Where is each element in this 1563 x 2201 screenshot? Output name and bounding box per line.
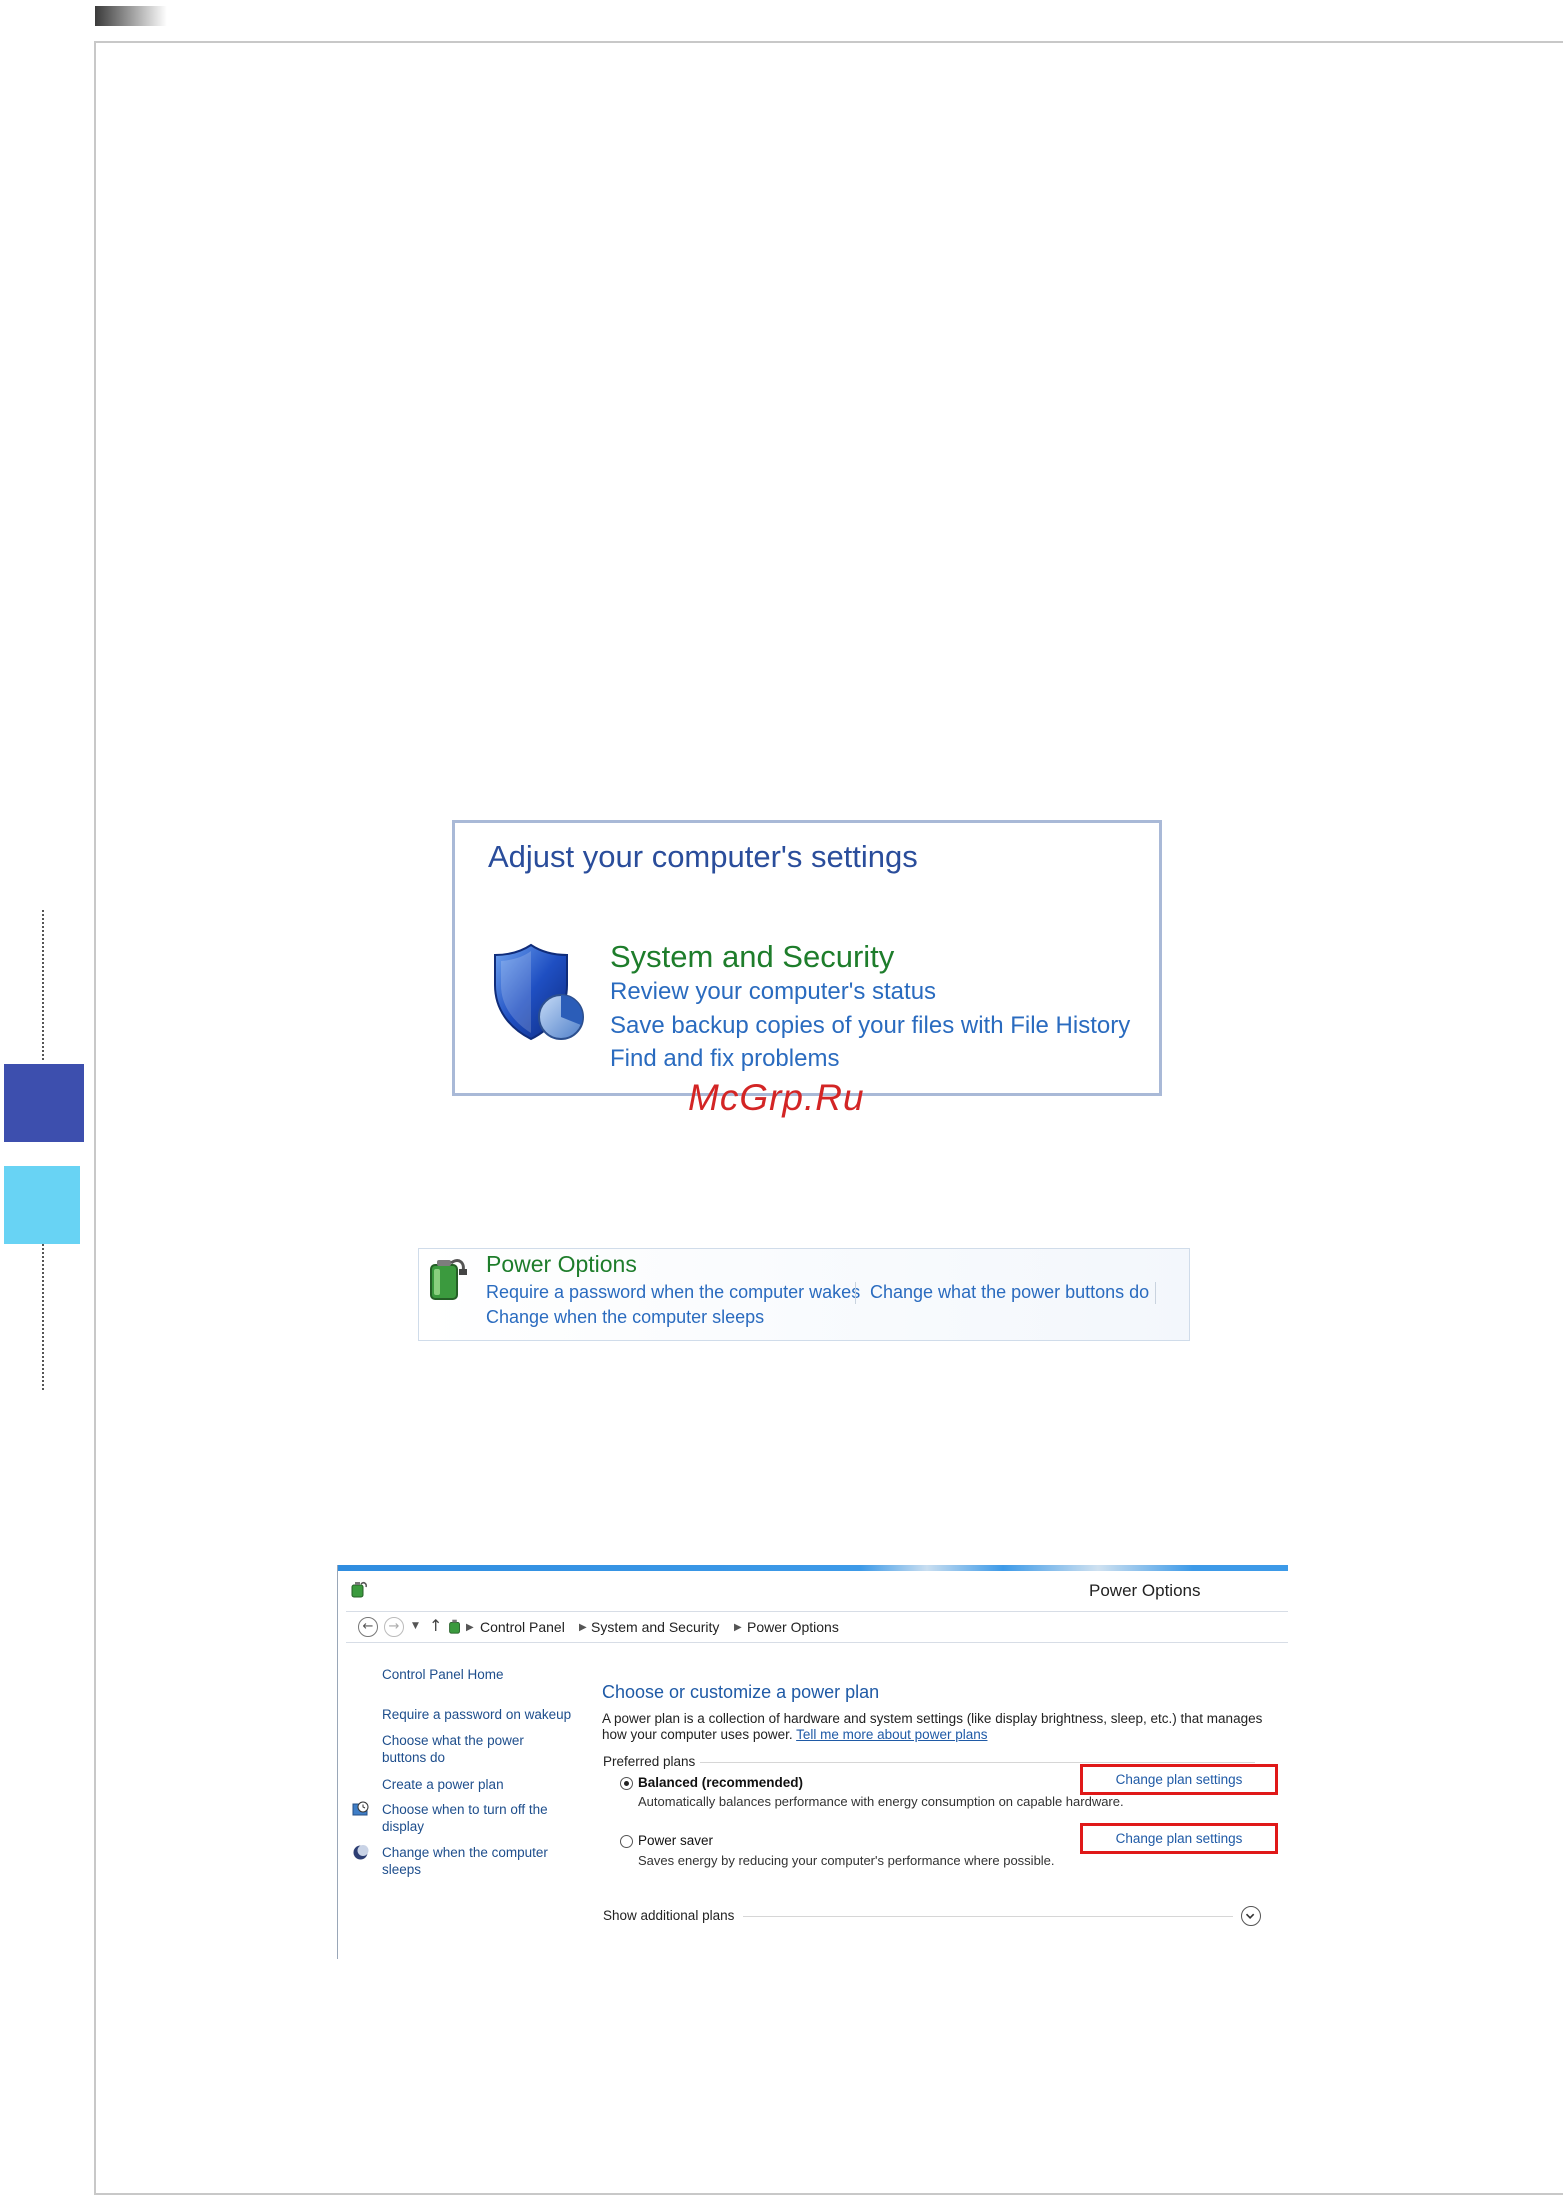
balanced-change-settings-link[interactable]: Change plan settings (1083, 1772, 1275, 1787)
sidebar-item-power-buttons[interactable]: Choose what the power buttons do (382, 1732, 542, 1766)
power-saver-change-highlight: Change plan settings (1080, 1823, 1278, 1854)
window-title: Power Options (1089, 1581, 1201, 1600)
power-saver-plan-description: Saves energy by reducing your computer's… (638, 1853, 1055, 1868)
power-options-icon (351, 1582, 367, 1598)
power-options-window: Power Options ← → ▼ ↑ ▶ Control Panel ▶ … (337, 1565, 1288, 1959)
sidebar-item-computer-sleeps[interactable]: Change when the computer sleeps (382, 1844, 562, 1878)
side-dotted-line-lower (42, 1244, 44, 1390)
review-status-link[interactable]: Review your computer's status (610, 978, 936, 1006)
power-options-title[interactable]: Power Options (486, 1251, 637, 1278)
computer-sleeps-link[interactable]: Change when the computer sleeps (486, 1307, 764, 1328)
plan-description-text: how your computer uses power. (602, 1727, 793, 1742)
chevron-down-icon (1245, 1913, 1255, 1919)
breadcrumb-chevron-icon: ▶ (579, 1622, 587, 1633)
require-password-link[interactable]: Require a password when the computer wak… (486, 1282, 860, 1303)
sidebar-item-require-password[interactable]: Require a password on wakeup (382, 1706, 571, 1723)
power-saver-change-settings-link[interactable]: Change plan settings (1083, 1831, 1275, 1846)
page-heading: Choose or customize a power plan (602, 1682, 880, 1702)
side-dotted-line-upper (42, 910, 44, 1060)
up-arrow-icon[interactable]: ↑ (429, 1616, 442, 1635)
section-divider (700, 1762, 1255, 1763)
breadcrumb-control-panel[interactable]: Control Panel (480, 1619, 565, 1635)
recent-pages-chevron-icon[interactable]: ▼ (412, 1621, 419, 1631)
power-options-panel: Power Options Require a password when th… (418, 1248, 1190, 1341)
balanced-change-highlight: Change plan settings (1080, 1764, 1278, 1795)
settings-panel-title: Adjust your computer's settings (488, 839, 918, 874)
plan-description-line2: how your computer uses power. Tell me mo… (602, 1727, 987, 1742)
preferred-plans-label: Preferred plans (603, 1754, 696, 1769)
radio-selected-dot (624, 1781, 629, 1786)
sleep-moon-icon (353, 1845, 369, 1860)
balanced-radio[interactable] (620, 1777, 633, 1790)
address-bar: ← → ▼ ↑ ▶ Control Panel ▶ System and Sec… (346, 1611, 1288, 1643)
balanced-plan-description: Automatically balances performance with … (638, 1794, 1124, 1809)
back-arrow-icon[interactable]: ← (358, 1617, 378, 1637)
side-tab-dark (4, 1064, 84, 1142)
forward-arrow-icon[interactable]: → (384, 1617, 404, 1637)
power-buttons-link[interactable]: Change what the power buttons do (870, 1282, 1149, 1303)
sidebar-item-control-panel-home[interactable]: Control Panel Home (382, 1666, 504, 1683)
show-additional-plans-label[interactable]: Show additional plans (603, 1908, 734, 1923)
side-tab-light (4, 1166, 80, 1244)
shield-icon (494, 943, 584, 1041)
sidebar-item-turn-off-display[interactable]: Choose when to turn off the display (382, 1801, 562, 1835)
link-separator (855, 1282, 856, 1304)
power-saver-radio[interactable] (620, 1835, 633, 1848)
system-and-security-link[interactable]: System and Security (610, 939, 894, 975)
expand-chevron-icon[interactable] (1241, 1906, 1261, 1926)
power-saver-plan-name[interactable]: Power saver (638, 1833, 713, 1848)
breadcrumb-power-options[interactable]: Power Options (747, 1619, 839, 1635)
find-fix-problems-link[interactable]: Find and fix problems (610, 1045, 839, 1073)
breadcrumb-chevron-icon: ▶ (466, 1622, 474, 1633)
watermark: McGrp.Ru (688, 1077, 865, 1118)
sidebar-item-create-plan[interactable]: Create a power plan (382, 1776, 504, 1793)
breadcrumb-system-security[interactable]: System and Security (591, 1619, 719, 1635)
adjust-settings-panel: Adjust your computer's settings System a… (452, 820, 1162, 1096)
file-history-link[interactable]: Save backup copies of your files with Fi… (610, 1012, 1130, 1040)
link-separator (1155, 1282, 1156, 1304)
learn-more-link[interactable]: Tell me more about power plans (796, 1727, 987, 1742)
breadcrumb-power-icon (449, 1619, 460, 1634)
header-gradient-bar (95, 6, 167, 26)
title-bar-stripe (338, 1565, 1288, 1571)
power-battery-icon (430, 1259, 467, 1300)
breadcrumb-chevron-icon: ▶ (734, 1622, 742, 1633)
display-clock-icon (352, 1801, 369, 1816)
section-divider (743, 1916, 1233, 1917)
balanced-plan-name[interactable]: Balanced (recommended) (638, 1775, 803, 1790)
plan-description-line1: A power plan is a collection of hardware… (602, 1711, 1263, 1726)
